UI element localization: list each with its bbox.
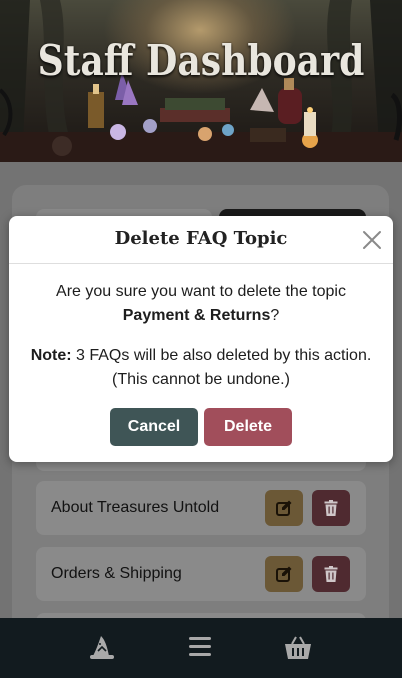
topic-label: About Treasures Untold [51, 499, 220, 516]
trash-icon [324, 566, 338, 582]
nav-cart-button[interactable] [284, 634, 312, 662]
edit-icon [276, 500, 292, 516]
delete-topic-modal: Delete FAQ Topic Are you sure you want t… [9, 216, 393, 462]
edit-topic-button[interactable] [265, 490, 303, 526]
delete-topic-button[interactable] [312, 556, 350, 592]
modal-header: Delete FAQ Topic [9, 216, 393, 264]
topic-row: About Treasures Untold [36, 481, 366, 535]
delete-topic-button[interactable] [312, 490, 350, 526]
trash-icon [324, 500, 338, 516]
modal-title: Delete FAQ Topic [114, 228, 288, 249]
note-text: 3 FAQs will be also deleted by this acti… [71, 347, 372, 364]
confirm-question: Are you sure you want to delete the topi… [56, 283, 346, 300]
topic-label: Orders & Shipping [51, 565, 182, 582]
edit-icon [276, 566, 292, 582]
nav-menu-button[interactable] [187, 634, 215, 662]
basket-icon [285, 636, 311, 659]
close-button[interactable] [361, 229, 383, 251]
wizard-hat-icon [90, 636, 114, 659]
topic-name: Payment & Returns [122, 307, 271, 324]
page-title: Staff Dashboard [37, 36, 365, 85]
note-line: Note: 3 FAQs will be also deleted by thi… [9, 344, 393, 368]
question-mark: ? [270, 307, 280, 324]
topic-name-line: Payment & Returns? [9, 304, 393, 328]
bottom-nav [0, 618, 402, 678]
close-icon [363, 231, 381, 249]
modal-body: Are you sure you want to delete the topi… [9, 280, 393, 392]
note-label: Note: [30, 347, 72, 364]
hero-banner: Staff Dashboard [0, 0, 402, 162]
cancel-button[interactable]: Cancel [110, 408, 198, 446]
nav-home-button[interactable] [89, 634, 117, 662]
topic-row: Orders & Shipping [36, 547, 366, 601]
note-line-2: (This cannot be undone.) [112, 371, 290, 388]
edit-topic-button[interactable] [265, 556, 303, 592]
modal-actions: Cancel Delete [9, 408, 393, 446]
menu-icon [189, 637, 211, 656]
delete-button[interactable]: Delete [204, 408, 292, 446]
